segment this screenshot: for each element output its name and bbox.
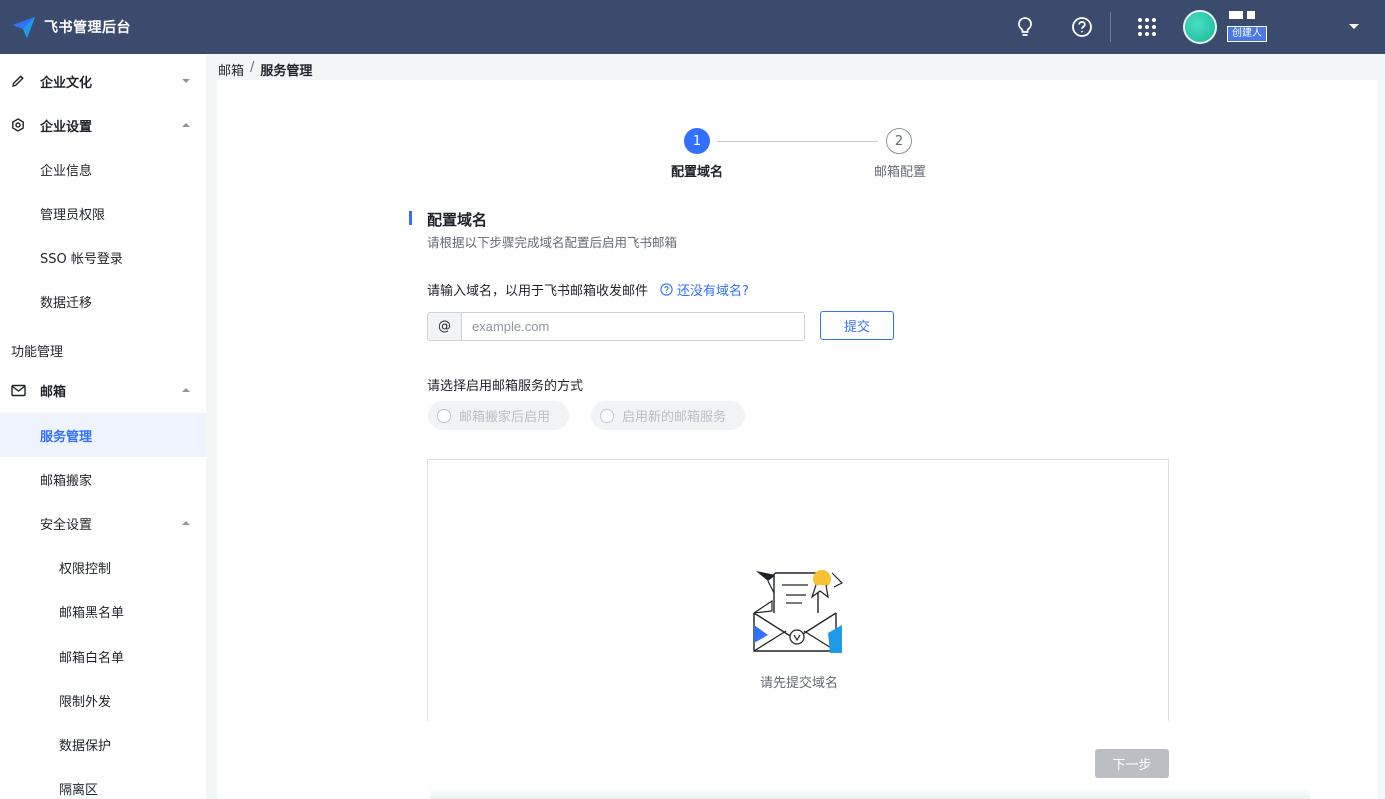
user-name-redacted (1229, 11, 1255, 19)
chevron-up-icon (182, 521, 190, 525)
sidebar-item-label: 限制外发 (59, 694, 112, 710)
app-logo[interactable]: 飞书管理后台 (0, 0, 131, 54)
sidebar-item-mailbox-migration[interactable]: 邮箱搬家 (0, 457, 206, 501)
sidebar-item-whitelist[interactable]: 邮箱白名单 (0, 634, 206, 678)
next-step-button[interactable]: 下一步 (1095, 749, 1169, 778)
empty-state-text: 请先提交域名 (760, 676, 839, 691)
help-circle-icon (660, 283, 673, 296)
step-2-label: 邮箱配置 (874, 165, 927, 180)
radio-circle (600, 408, 614, 423)
sidebar-item-access-control[interactable]: 权限控制 (0, 545, 206, 589)
sidebar-item-label: 隔离区 (59, 782, 99, 798)
sidebar-item-label: SSO 帐号登录 (40, 251, 123, 267)
chevron-up-icon (182, 123, 190, 127)
role-badge: 创建人 (1227, 26, 1267, 42)
sidebar-item-company-settings[interactable]: 企业设置 (0, 103, 206, 147)
envelope-letter-icon (753, 570, 844, 653)
mode-label: 请选择启用邮箱服务的方式 (427, 379, 584, 394)
sidebar-item-label: 企业信息 (40, 163, 93, 179)
chevron-up-icon (182, 388, 190, 392)
settings-hexagon-icon (10, 117, 26, 133)
app-title: 飞书管理后台 (44, 20, 131, 36)
sidebar-item-data-protection[interactable]: 数据保护 (0, 722, 206, 766)
chevron-down-icon (182, 79, 190, 83)
breadcrumb: 邮箱 / 服务管理 (218, 60, 312, 79)
sidebar-item-label: 企业文化 (40, 75, 93, 91)
section-subtitle: 请根据以下步骤完成域名配置后启用飞书邮箱 (427, 235, 678, 250)
sidebar-item-label: 邮箱白名单 (59, 650, 125, 666)
sidebar-item-restrict-outbound[interactable]: 限制外发 (0, 678, 206, 722)
radio-migrate-then-enable[interactable]: 邮箱搬家后启用 (428, 401, 569, 430)
user-menu-caret-icon[interactable] (1346, 18, 1362, 34)
sidebar-item-corporate-culture[interactable]: 企业文化 (0, 59, 206, 103)
sidebar-item-label: 安全设置 (40, 517, 93, 533)
sidebar-item-label: 数据迁移 (40, 295, 93, 311)
sidebar-item-label: 邮箱黑名单 (59, 605, 125, 621)
domain-input[interactable] (461, 312, 805, 341)
sidebar-item-label: 邮箱 (40, 384, 67, 400)
sidebar-item-data-migration[interactable]: 数据迁移 (0, 279, 206, 323)
breadcrumb-parent-link[interactable]: 邮箱 (218, 60, 244, 79)
sidebar-item-label: 数据保护 (59, 738, 112, 754)
breadcrumb-current: 服务管理 (260, 64, 313, 79)
app-grid-icon[interactable] (1135, 15, 1159, 39)
sidebar: 企业文化 企业设置 企业信息 管理员权限 SSO 帐号登录 数据迁移 功能管理 … (0, 54, 206, 799)
at-sign-prefix: @ (427, 312, 461, 341)
sidebar-item-quarantine[interactable]: 隔离区 (0, 766, 206, 799)
sidebar-item-sso-login[interactable]: SSO 帐号登录 (0, 235, 206, 279)
step-2-indicator: 2 (886, 128, 912, 154)
sidebar-item-admin-permissions[interactable]: 管理员权限 (0, 191, 206, 235)
radio-circle (437, 408, 451, 423)
radio-label: 启用新的邮箱服务 (622, 410, 727, 425)
radio-enable-new-service[interactable]: 启用新的邮箱服务 (591, 401, 745, 430)
no-domain-link-text: 还没有域名? (677, 284, 749, 299)
feishu-logo-icon (13, 17, 35, 38)
no-domain-link[interactable]: 还没有域名? (660, 280, 749, 299)
domain-field-label: 请输入域名，以用于飞书邮箱收发邮件 (427, 284, 649, 299)
sidebar-item-label: 企业设置 (40, 119, 93, 135)
avatar[interactable] (1183, 10, 1217, 44)
step-connector (717, 141, 878, 142)
lightbulb-icon[interactable] (1013, 15, 1037, 39)
sidebar-item-label: 服务管理 (40, 429, 93, 445)
section-accent-bar (409, 211, 412, 225)
sidebar-item-label: 管理员权限 (40, 207, 106, 223)
sidebar-item-label: 权限控制 (59, 561, 112, 577)
help-icon[interactable] (1070, 15, 1094, 39)
sidebar-item-company-info[interactable]: 企业信息 (0, 147, 206, 191)
sidebar-item-security-settings[interactable]: 安全设置 (0, 501, 206, 545)
pencil-icon (10, 73, 26, 89)
bottom-shadow (430, 788, 1310, 799)
breadcrumb-separator: / (250, 60, 255, 75)
step-1-indicator: 1 (684, 128, 710, 154)
sidebar-item-mailbox[interactable]: 邮箱 (0, 368, 206, 412)
sidebar-item-service-management[interactable]: 服务管理 (0, 413, 206, 457)
sidebar-item-label: 邮箱搬家 (40, 473, 93, 489)
sidebar-section-label: 功能管理 (11, 345, 64, 360)
mail-icon (10, 382, 26, 398)
step-1-label: 配置域名 (671, 165, 724, 180)
submit-button[interactable]: 提交 (820, 311, 894, 340)
radio-label: 邮箱搬家后启用 (459, 410, 551, 425)
top-bar: 飞书管理后台 创建人 (0, 0, 1385, 54)
section-title: 配置域名 (427, 211, 488, 229)
header-divider (1110, 12, 1111, 42)
sidebar-item-blacklist[interactable]: 邮箱黑名单 (0, 589, 206, 633)
